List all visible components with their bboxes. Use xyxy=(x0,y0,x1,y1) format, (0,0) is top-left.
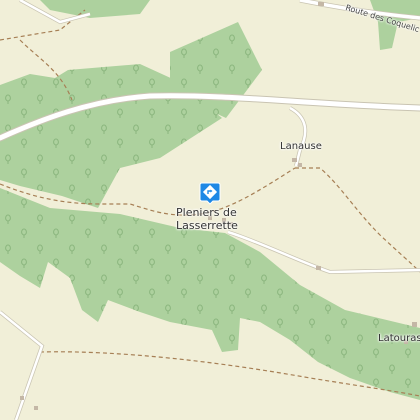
place-label-latourasse: Latourass xyxy=(378,333,420,344)
building xyxy=(20,396,24,400)
building xyxy=(34,406,38,410)
track-east xyxy=(295,167,420,273)
directions-marker-icon[interactable] xyxy=(198,181,222,205)
map-view[interactable]: Route des Coquelic Lanause Pleniers de L… xyxy=(0,0,420,420)
building xyxy=(318,2,324,6)
place-label-pleniers: Pleniers de Lasserrette xyxy=(176,206,238,232)
forest-top-left xyxy=(40,0,150,18)
building xyxy=(298,163,302,167)
building xyxy=(316,266,321,270)
place-label-lanause: Lanause xyxy=(280,141,322,152)
building xyxy=(292,158,297,162)
building xyxy=(412,322,417,327)
place-label-line1: Pleniers de xyxy=(176,206,237,219)
place-label-line2: Lasserrette xyxy=(176,219,238,232)
road-southwest xyxy=(0,311,44,420)
